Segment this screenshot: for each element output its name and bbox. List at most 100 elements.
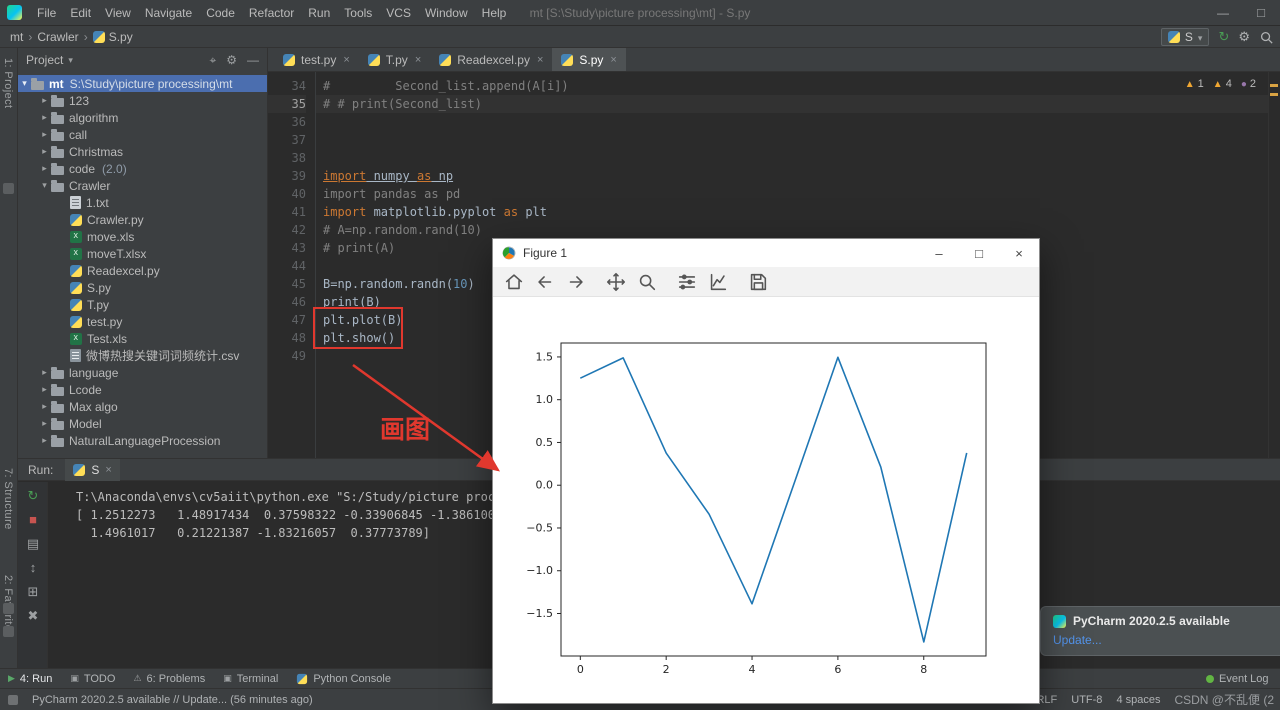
chevron-collapsed-icon[interactable]: ▸ [38, 95, 51, 106]
chevron-collapsed-icon[interactable]: ▸ [38, 129, 51, 140]
chevron-collapsed-icon[interactable]: ▸ [38, 435, 51, 446]
strip-icon[interactable] [3, 626, 14, 637]
figure-window[interactable]: Figure 1 – □ × 0 2 4 6 8 1.5 1.0 0.5 0.0 −0.5 −1.0… [492, 238, 1040, 704]
menu-item-refactor[interactable]: Refactor [242, 0, 301, 26]
update-link[interactable]: Update... [1053, 633, 1270, 647]
code-line[interactable] [316, 131, 1280, 149]
home-icon[interactable] [503, 271, 525, 293]
tab-s.py[interactable]: S.py [552, 48, 626, 71]
tree-item[interactable]: ▸ call [18, 126, 267, 143]
customize-icon[interactable] [707, 271, 729, 293]
minimize-icon[interactable] [1204, 0, 1242, 25]
tool-button-terminal[interactable]: Terminal [223, 673, 279, 685]
subplots-icon[interactable] [676, 271, 698, 293]
code-line[interactable]: # A=np.random.rand(10) [316, 221, 1280, 239]
chevron-collapsed-icon[interactable]: ▸ [38, 418, 51, 429]
rerun-icon[interactable] [18, 485, 48, 506]
breadcrumb-item[interactable]: mt [10, 30, 23, 44]
figure-canvas[interactable]: 0 2 4 6 8 1.5 1.0 0.5 0.0 −0.5 −1.0 −1.5 [493, 297, 1039, 703]
soft-wrap-icon[interactable] [18, 581, 48, 602]
update-notification[interactable]: PyCharm 2020.2.5 available Update... [1040, 606, 1280, 656]
tool-button-project[interactable]: 1: Project [2, 58, 14, 108]
tab-t.py[interactable]: T.py [359, 48, 430, 71]
clear-console-icon[interactable] [18, 605, 48, 626]
menu-item-edit[interactable]: Edit [63, 0, 98, 26]
tree-root[interactable]: ▾ mt S:\Study\picture processing\mt [18, 75, 267, 92]
tree-item[interactable]: move.xls [18, 228, 267, 245]
maximize-icon[interactable] [1242, 0, 1280, 25]
strip-icon[interactable] [3, 183, 14, 194]
tree-item[interactable]: test.py [18, 313, 267, 330]
menu-item-navigate[interactable]: Navigate [138, 0, 199, 26]
maximize-icon[interactable]: □ [959, 239, 999, 267]
rerun-icon[interactable] [1218, 28, 1229, 46]
figure-titlebar[interactable]: Figure 1 – □ × [493, 239, 1039, 267]
restore-layout-icon[interactable] [18, 533, 48, 554]
warning-mark[interactable] [1270, 93, 1278, 96]
scroll-to-end-icon[interactable] [18, 557, 48, 578]
menu-item-run[interactable]: Run [301, 0, 337, 26]
chevron-expanded-icon[interactable]: ▾ [38, 180, 51, 191]
strip-icon[interactable] [3, 603, 14, 614]
tree-item[interactable]: T.py [18, 296, 267, 313]
zoom-icon[interactable] [636, 271, 658, 293]
chevron-down-icon[interactable]: ▾ [68, 55, 73, 66]
tree-item[interactable]: ▸ Lcode [18, 381, 267, 398]
breadcrumb-item[interactable]: Crawler [37, 30, 78, 44]
tool-button-run[interactable]: 4: Run [8, 673, 52, 685]
breadcrumb-item[interactable]: S.py [92, 30, 133, 44]
code-line[interactable]: # Second_list.append(A[i]) [316, 77, 1280, 95]
code-line[interactable]: import numpy as np [316, 167, 1280, 185]
indent-indicator[interactable]: 4 spaces [1116, 694, 1160, 706]
code-line[interactable]: import pandas as pd [316, 185, 1280, 203]
menu-item-help[interactable]: Help [475, 0, 514, 26]
background-tasks-icon[interactable] [8, 694, 18, 705]
close-icon[interactable] [105, 464, 111, 476]
code-line[interactable]: import matplotlib.pyplot as plt [316, 203, 1280, 221]
chevron-expanded-icon[interactable]: ▾ [18, 78, 31, 89]
settings-gear-icon[interactable] [1238, 28, 1250, 46]
inspections-widget[interactable]: ▲ 1 ▲ 4 ● 2 [1185, 78, 1256, 90]
tree-item[interactable]: ▸ Max algo [18, 398, 267, 415]
gear-icon[interactable] [226, 53, 237, 68]
menu-item-code[interactable]: Code [199, 0, 242, 26]
status-message[interactable]: PyCharm 2020.2.5 available // Update... … [32, 694, 313, 706]
close-icon[interactable] [343, 54, 349, 66]
tab-readexcel.py[interactable]: Readexcel.py [430, 48, 552, 71]
warning-mark[interactable] [1270, 84, 1278, 87]
tree-item[interactable]: ▸ NaturalLanguageProcession [18, 432, 267, 449]
tree-item[interactable]: ▸ code (2.0) [18, 160, 267, 177]
tree-item[interactable]: ▸ 123 [18, 92, 267, 109]
save-icon[interactable] [747, 271, 769, 293]
forward-icon[interactable] [565, 271, 587, 293]
run-tab[interactable]: S [65, 458, 120, 481]
menu-item-window[interactable]: Window [418, 0, 475, 26]
hide-panel-icon[interactable] [247, 53, 259, 68]
stop-icon[interactable] [18, 509, 48, 530]
encoding-indicator[interactable]: UTF-8 [1071, 694, 1102, 706]
tree-item[interactable]: Test.xls [18, 330, 267, 347]
menu-item-vcs[interactable]: VCS [379, 0, 418, 26]
tree-item[interactable]: ▸ Model [18, 415, 267, 432]
tree-item[interactable]: Crawler.py [18, 211, 267, 228]
menu-item-file[interactable]: File [30, 0, 63, 26]
back-icon[interactable] [534, 271, 556, 293]
tree-item[interactable]: ▸ language [18, 364, 267, 381]
tree-item[interactable]: ▸ algorithm [18, 109, 267, 126]
inspection-typo[interactable]: ● 2 [1241, 78, 1256, 90]
search-icon[interactable] [1259, 30, 1274, 45]
tree-item[interactable]: ▾ Crawler [18, 177, 267, 194]
chevron-collapsed-icon[interactable]: ▸ [38, 146, 51, 157]
menu-item-view[interactable]: View [98, 0, 138, 26]
tree-item[interactable]: S.py [18, 279, 267, 296]
minimize-icon[interactable]: – [919, 239, 959, 267]
pan-icon[interactable] [605, 271, 627, 293]
chevron-collapsed-icon[interactable]: ▸ [38, 163, 51, 174]
tree-item[interactable]: 微博热搜关键词词频统计.csv [18, 347, 267, 364]
locate-file-icon[interactable] [209, 53, 216, 68]
chevron-collapsed-icon[interactable]: ▸ [38, 367, 51, 378]
chevron-collapsed-icon[interactable]: ▸ [38, 401, 51, 412]
tree-item[interactable]: moveT.xlsx [18, 245, 267, 262]
tree-item[interactable]: Readexcel.py [18, 262, 267, 279]
code-line[interactable] [316, 113, 1280, 131]
